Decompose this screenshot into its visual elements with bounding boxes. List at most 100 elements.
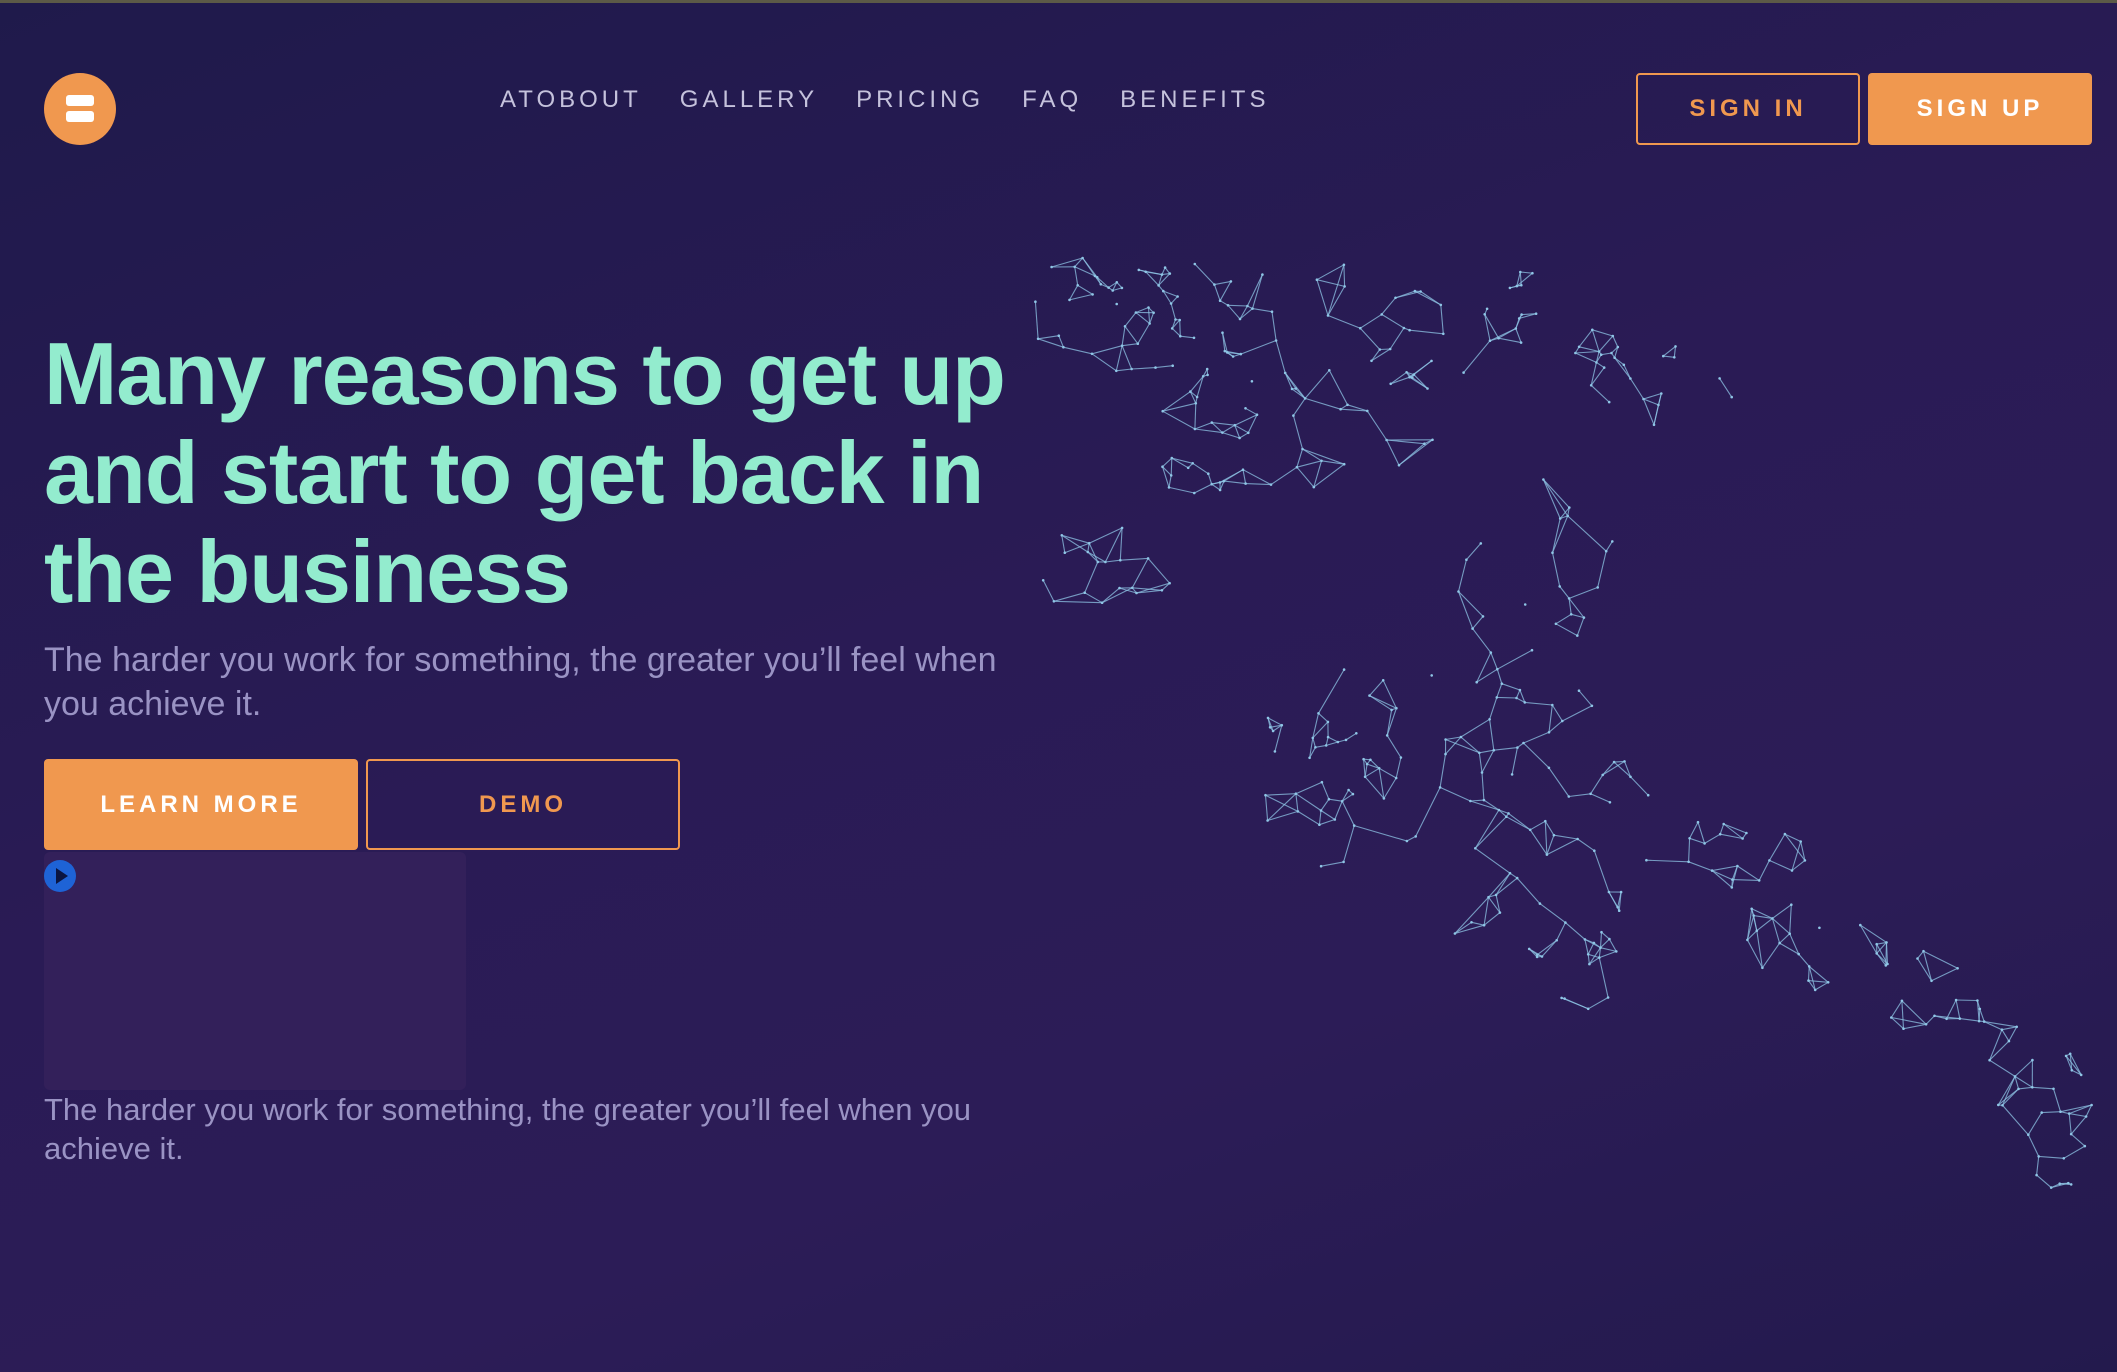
wireframe-edge: [1653, 404, 1659, 425]
wireframe-edge: [1369, 695, 1397, 709]
wireframe-node: [1320, 780, 1324, 784]
wireframe-edge: [1386, 708, 1397, 736]
wireframe-node: [1171, 364, 1174, 368]
wireframe-edge: [1383, 777, 1397, 799]
wireframe-edge: [1490, 652, 1498, 670]
wireframe-node: [1186, 466, 1190, 470]
nav-link-pricing[interactable]: PRICING: [856, 86, 984, 114]
wireframe-node: [1342, 860, 1345, 864]
wireframe-node: [1115, 302, 1118, 306]
wireframe-node: [1333, 818, 1337, 821]
wireframe-node: [1622, 363, 1626, 367]
wireframe-node: [1178, 318, 1181, 322]
sign-in-button[interactable]: SIGN IN: [1636, 73, 1860, 145]
nav-link-about[interactable]: ATOBOUT: [500, 86, 642, 114]
wireframe-node: [1916, 957, 1919, 960]
wireframe-node: [1611, 540, 1614, 543]
wireframe-edge: [1091, 345, 1123, 355]
wireframe-node: [1308, 756, 1311, 760]
wireframe-node: [1558, 517, 1562, 520]
wireframe-edge: [1529, 829, 1548, 855]
wireframe-node: [1590, 704, 1594, 708]
wireframe-node: [1465, 558, 1468, 561]
wireframe-edge: [1312, 737, 1316, 748]
wireframe-edge: [1689, 821, 1699, 839]
wireframe-node: [1057, 334, 1061, 338]
wireframe-edge: [2070, 1116, 2087, 1135]
logo-icon[interactable]: [44, 73, 116, 145]
wireframe-edge: [1304, 369, 1330, 399]
wireframe-edge: [1138, 269, 1163, 276]
wireframe-node: [1589, 792, 1592, 796]
wireframe-node: [1290, 387, 1294, 391]
wireframe-node: [2040, 1111, 2043, 1114]
wireframe-edge: [1630, 776, 1649, 796]
wireframe-edge: [1457, 591, 1474, 629]
wireframe-edge: [1506, 816, 1531, 831]
wireframe-node: [1797, 952, 1800, 956]
wireframe-node: [1365, 762, 1369, 766]
wireframe-node: [1191, 462, 1194, 465]
wireframe-node: [1366, 409, 1369, 413]
wireframe-node: [1442, 332, 1445, 336]
nav-link-benefits[interactable]: BENEFITS: [1120, 86, 1269, 114]
wireframe-node: [1194, 402, 1198, 405]
wireframe-node: [1394, 296, 1397, 300]
wireframe-node: [1201, 375, 1205, 378]
demo-button[interactable]: DEMO: [366, 759, 680, 850]
wireframe-edge: [1194, 263, 1215, 285]
wireframe-node: [1482, 923, 1486, 927]
wireframe-edge: [1495, 872, 1511, 896]
wireframe-edge: [2036, 1156, 2040, 1176]
wireframe-node: [1988, 1058, 1991, 1062]
wireframe-edge: [1171, 457, 1193, 464]
window-top-border: [0, 0, 2117, 3]
wireframe-edge: [2008, 1026, 2018, 1042]
wireframe-node: [1515, 876, 1519, 880]
wireframe-node: [1444, 738, 1447, 741]
wireframe-edge: [1931, 967, 1958, 982]
wireframe-node: [1599, 353, 1603, 357]
wireframe-node: [1408, 328, 1411, 332]
wireframe-edge: [1614, 760, 1625, 763]
wireframe-node: [1673, 356, 1676, 359]
wireframe-edge: [1069, 293, 1093, 301]
wireframe-node: [1520, 283, 1523, 287]
wireframe-node: [1687, 860, 1690, 864]
wireframe-node: [2059, 1110, 2062, 1113]
wireframe-edge: [1575, 352, 1597, 363]
wireframe-node: [1522, 741, 1525, 745]
wireframe-edge: [1087, 543, 1090, 553]
wireframe-node: [1488, 718, 1491, 721]
nav-link-gallery[interactable]: GALLERY: [680, 86, 818, 114]
wireframe-node: [1498, 911, 1502, 914]
wireframe-node: [1303, 397, 1307, 400]
wireframe-edge: [1688, 838, 1691, 862]
play-circle-icon[interactable]: [44, 860, 76, 892]
wireframe-node: [1790, 869, 1794, 872]
wireframe-node: [1146, 557, 1150, 560]
wireframe-node: [2049, 1186, 2053, 1189]
wireframe-node: [1238, 317, 1242, 321]
video-player[interactable]: [44, 852, 466, 1090]
wireframe-node: [1394, 776, 1398, 780]
wireframe-edge: [1465, 543, 1482, 561]
wireframe-node: [1604, 549, 1608, 553]
wireframe-edge: [1084, 592, 1103, 604]
wireframe-edge: [1859, 924, 1878, 954]
wireframe-edge: [1366, 410, 1388, 441]
wireframe-node: [1688, 837, 1691, 840]
wireframe-edge: [1704, 833, 1721, 844]
wireframe-node: [1629, 377, 1632, 380]
nav-link-faq[interactable]: FAQ: [1022, 86, 1082, 114]
wireframe-node: [1615, 950, 1618, 953]
wireframe-node: [1359, 326, 1362, 330]
learn-more-button[interactable]: LEARN MORE: [44, 759, 358, 850]
wireframe-node: [1958, 1017, 1962, 1020]
wireframe-edge: [1234, 414, 1258, 426]
wireframe-node: [1902, 1027, 1905, 1030]
wireframe-node: [1500, 682, 1504, 685]
wireframe-edge: [1587, 997, 1609, 1010]
wireframe-edge: [1917, 958, 1932, 982]
sign-up-button[interactable]: SIGN UP: [1868, 73, 2092, 145]
